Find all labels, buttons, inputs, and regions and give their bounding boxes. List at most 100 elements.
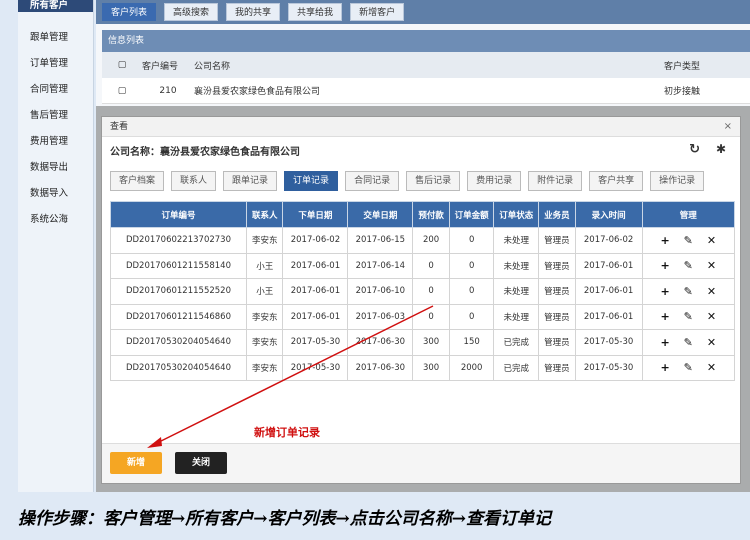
- cell-prepayment: 200: [412, 227, 450, 254]
- table-row[interactable]: ▢ 210 襄汾县爱农家绿色食品有限公司 初步接触: [102, 78, 750, 104]
- tab-expense-records[interactable]: 费用记录: [467, 171, 522, 191]
- add-icon[interactable]: +: [660, 310, 669, 323]
- edit-icon[interactable]: ✎: [684, 259, 693, 272]
- cell-entry-time: 2017-05-30: [574, 354, 643, 381]
- tab-shared-to-me[interactable]: 共享给我: [288, 3, 343, 21]
- cell-manage: + ✎ ✕: [641, 303, 736, 330]
- table-row[interactable]: DD20170530204054640 李安东 2017-05-30 2017-06-…: [110, 329, 736, 356]
- sidebar-item-export[interactable]: 数据导出: [18, 155, 93, 181]
- cell-entry-time: 2017-06-01: [574, 303, 643, 330]
- add-icon[interactable]: +: [660, 336, 669, 349]
- cell-salesperson: 管理员: [538, 303, 576, 330]
- close-button[interactable]: 关闭: [175, 452, 227, 474]
- cell-prepayment: 300: [412, 354, 450, 381]
- table-row[interactable]: DD20170530204054640 李安东 2017-05-30 2017-06-…: [110, 354, 736, 381]
- customer-type: 初步接触: [664, 87, 701, 97]
- tab-contract-records[interactable]: 合同记录: [345, 171, 400, 191]
- table-row[interactable]: DD20170601211558140 小王 2017-06-01 2017-06-1…: [110, 252, 736, 279]
- sidebar-item-orders[interactable]: 订单管理: [18, 51, 93, 77]
- tab-contacts[interactable]: 联系人: [171, 171, 217, 191]
- tab-order-records[interactable]: 订单记录: [284, 171, 339, 191]
- cell-order-status: 未处理: [493, 303, 540, 330]
- gear-icon[interactable]: ✱: [716, 142, 726, 156]
- edit-icon[interactable]: ✎: [684, 234, 693, 247]
- cell-order-date: 2017-06-02: [282, 227, 349, 254]
- cell-order-no: DD20170601211546860: [110, 303, 247, 330]
- sidebar-item-expenses[interactable]: 费用管理: [18, 129, 93, 155]
- close-icon[interactable]: ×: [724, 117, 732, 137]
- delete-icon[interactable]: ✕: [707, 310, 716, 323]
- sidebar-item-aftersales[interactable]: 售后管理: [18, 103, 93, 129]
- tab-customer-profile[interactable]: 客户档案: [110, 171, 165, 191]
- sidebar-item-followup[interactable]: 跟单管理: [18, 25, 93, 51]
- delete-icon[interactable]: ✕: [707, 336, 716, 349]
- cell-order-no: DD20170530204054640: [110, 354, 247, 381]
- cell-manage: + ✎ ✕: [641, 252, 736, 279]
- row-actions: + ✎ ✕: [643, 361, 734, 374]
- company-name-link[interactable]: 襄汾县爱农家绿色食品有限公司: [194, 84, 664, 97]
- delete-icon[interactable]: ✕: [707, 234, 716, 247]
- annotation-label: 新增订单记录: [254, 426, 320, 439]
- cell-order-no: DD20170601211558140: [110, 252, 247, 279]
- cell-prepayment: 0: [412, 303, 450, 330]
- sidebar-item-import[interactable]: 数据导入: [18, 181, 93, 207]
- cell-entry-time: 2017-05-30: [574, 329, 643, 356]
- cell-delivery-date: 2017-06-14: [347, 252, 414, 279]
- cell-order-date: 2017-06-01: [282, 303, 349, 330]
- edit-icon[interactable]: ✎: [684, 361, 693, 374]
- delete-icon[interactable]: ✕: [707, 285, 716, 298]
- modal-title-bar: 查看 ×: [102, 117, 740, 137]
- cell-entry-time: 2017-06-01: [574, 278, 643, 305]
- sidebar-item-public-pool[interactable]: 系统公海: [18, 207, 93, 233]
- table-row[interactable]: DD20170602213702730 李安东 2017-06-02 2017-06-…: [110, 227, 736, 254]
- checkbox[interactable]: ▢: [102, 86, 142, 96]
- cell-order-date: 2017-06-01: [282, 252, 349, 279]
- cell-entry-time: 2017-06-01: [574, 252, 643, 279]
- tab-new-customer[interactable]: 新增客户: [350, 3, 405, 21]
- sidebar-item-contracts[interactable]: 合同管理: [18, 77, 93, 103]
- col-order-no: 订单编号: [110, 201, 247, 228]
- edit-icon[interactable]: ✎: [684, 285, 693, 298]
- tab-customer-share[interactable]: 客户共享: [589, 171, 644, 191]
- cell-manage: + ✎ ✕: [641, 227, 736, 254]
- row-actions: + ✎ ✕: [643, 336, 734, 349]
- info-list-title: 信息列表: [102, 30, 750, 52]
- sidebar-item-all-customers[interactable]: 所有客户: [18, 0, 93, 12]
- table-row[interactable]: DD20170601211546860 李安东 2017-06-01 2017-06-…: [110, 303, 736, 330]
- delete-icon[interactable]: ✕: [707, 361, 716, 374]
- tab-aftersales-records[interactable]: 售后记录: [406, 171, 461, 191]
- add-icon[interactable]: +: [660, 285, 669, 298]
- cell-order-status: 未处理: [493, 227, 540, 254]
- tab-operation-log[interactable]: 操作记录: [650, 171, 705, 191]
- tab-advanced-search[interactable]: 高级搜索: [164, 3, 219, 21]
- add-icon[interactable]: +: [660, 234, 669, 247]
- checkbox[interactable]: ▢: [102, 60, 142, 70]
- cell-order-status: 未处理: [493, 252, 540, 279]
- tab-my-shares[interactable]: 我的共享: [226, 3, 281, 21]
- cell-delivery-date: 2017-06-15: [347, 227, 414, 254]
- edit-icon[interactable]: ✎: [684, 336, 693, 349]
- tab-followup-records[interactable]: 跟单记录: [223, 171, 278, 191]
- cell-order-amount: 0: [448, 252, 495, 279]
- tab-customer-list[interactable]: 客户列表: [102, 3, 157, 21]
- cell-delivery-date: 2017-06-03: [347, 303, 414, 330]
- col-order-status: 订单状态: [493, 201, 540, 228]
- table-row[interactable]: DD20170601211552520 小王 2017-06-01 2017-06-1…: [110, 278, 736, 305]
- add-icon[interactable]: +: [660, 361, 669, 374]
- new-button[interactable]: 新增: [110, 452, 162, 474]
- orders-table-header: 订单编号 联系人 下单日期 交单日期 预付款 订单金额 订单状态 业务员 录入时…: [110, 201, 736, 228]
- col-delivery-date: 交单日期: [347, 201, 414, 228]
- modal-title: 查看: [110, 122, 129, 132]
- col-entry-time: 录入时间: [574, 201, 643, 228]
- modal-footer: 新增 关闭: [102, 443, 740, 483]
- col-salesperson: 业务员: [538, 201, 576, 228]
- add-icon[interactable]: +: [660, 259, 669, 272]
- header-customer-id: 客户编号: [142, 61, 179, 72]
- cell-order-amount: 0: [448, 227, 495, 254]
- delete-icon[interactable]: ✕: [707, 259, 716, 272]
- cell-prepayment: 300: [412, 329, 450, 356]
- row-actions: + ✎ ✕: [643, 285, 734, 298]
- refresh-icon[interactable]: ↻: [689, 142, 700, 157]
- tab-attachment-records[interactable]: 附件记录: [528, 171, 583, 191]
- edit-icon[interactable]: ✎: [684, 310, 693, 323]
